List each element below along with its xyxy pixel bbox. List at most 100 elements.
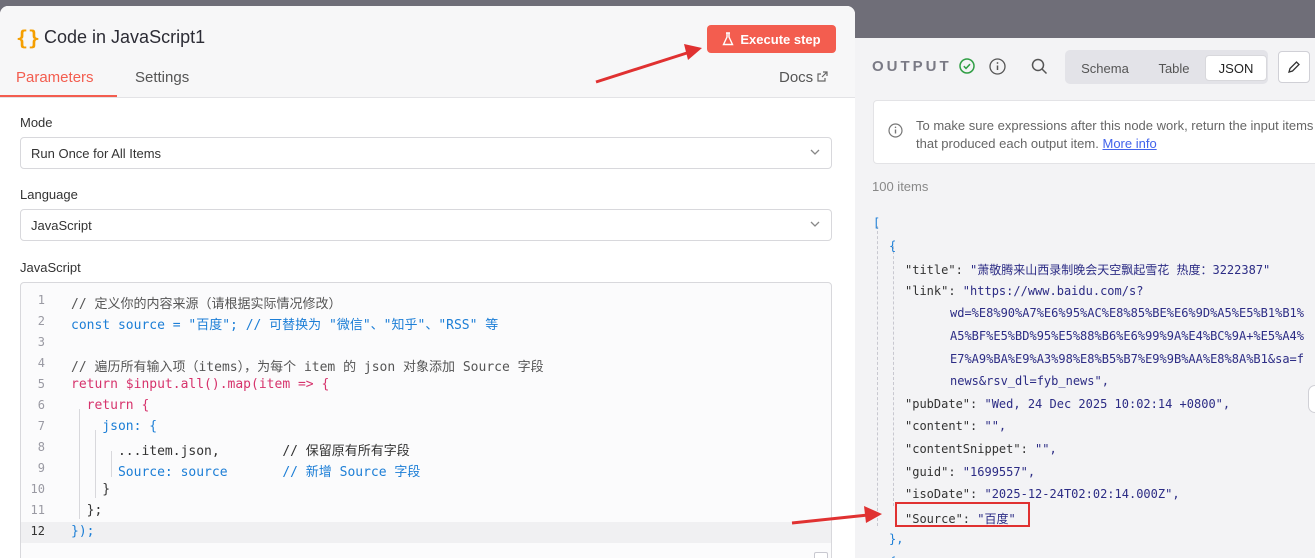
code-text: };	[71, 503, 103, 518]
line-number: 9	[37, 461, 45, 475]
json-line: },	[889, 532, 903, 546]
code-text: }	[71, 482, 111, 497]
code-line: 10 }	[21, 480, 831, 501]
code-line: 1 // 定义你的内容来源（请根据实际情况修改）	[21, 291, 831, 312]
hint-callout: To make sure expressions after this node…	[873, 100, 1315, 164]
edit-output-button[interactable]	[1278, 51, 1310, 83]
line-number: 11	[30, 503, 45, 517]
json-line: "guid": "1699557",	[905, 465, 1035, 479]
line-number: 2	[37, 314, 45, 328]
chevron-down-icon	[810, 221, 820, 227]
json-value: [	[873, 216, 881, 230]
code-line: 11 };	[21, 501, 831, 522]
code-label: JavaScript	[20, 260, 81, 275]
docs-label: Docs	[779, 69, 814, 86]
active-tab-indicator	[0, 95, 117, 97]
view-schema-button[interactable]: Schema	[1071, 55, 1139, 81]
language-label: Language	[20, 187, 78, 202]
code-text: });	[71, 524, 95, 539]
execute-step-label: Execute step	[740, 31, 821, 47]
pencil-icon	[1288, 61, 1300, 73]
code-line: 8 ...item.json, // 保留原有所有字段	[21, 438, 831, 459]
docs-link[interactable]: Docs	[779, 69, 828, 86]
json-value: E7%A9%BA%E9%A3%98%E8%B5%B7%E9%9B%AA%E8%8…	[950, 351, 1305, 366]
success-check-icon	[959, 58, 975, 74]
code-text: return $input.all().map(item => {	[71, 377, 330, 392]
flask-icon	[722, 32, 734, 46]
json-line: E7%A9%BA%E9%A3%98%E8%B5%B7%E9%9B%AA%E8%8…	[950, 352, 1304, 366]
json-line: wd=%E8%90%A7%E6%95%AC%E8%85%BE%E6%9D%A5%…	[950, 306, 1304, 320]
more-info-link[interactable]: More info	[1102, 136, 1156, 151]
json-line: "pubDate": "Wed, 24 Dec 2025 10:02:14 +0…	[905, 397, 1230, 411]
code-editor[interactable]: 1 // 定义你的内容来源（请根据实际情况修改） 2 const source …	[20, 282, 832, 558]
tab-parameters[interactable]: Parameters	[16, 69, 94, 86]
json-value: },	[889, 532, 904, 547]
json-value: wd=%E8%90%A7%E6%95%AC%E8%85%BE%E6%9D%A5%…	[950, 306, 1305, 321]
json-line: "isoDate": "2025-12-24T02:02:14.000Z",	[905, 487, 1180, 501]
chevron-down-icon	[810, 149, 820, 155]
json-key: "pubDate":	[905, 396, 985, 411]
json-value: news&rsv_dl=fyb_news",	[950, 374, 1109, 389]
json-value: "",	[984, 419, 1007, 434]
node-header: {} Code in JavaScript1 Execute step Para…	[0, 6, 855, 98]
json-key: "guid":	[905, 464, 963, 479]
line-number: 10	[30, 482, 45, 496]
line-number: 4	[37, 356, 45, 370]
json-key: "title":	[905, 263, 971, 278]
mode-value: Run Once for All Items	[31, 146, 162, 161]
json-line: A5%BF%E5%BD%95%E5%88%B6%E6%99%9A%E4%BC%9…	[950, 329, 1304, 343]
code-text: return {	[71, 398, 150, 413]
mode-select[interactable]: Run Once for All Items	[20, 137, 832, 169]
line-number: 1	[37, 293, 45, 307]
source-highlight-box	[895, 502, 1030, 527]
code-line: 3	[21, 333, 831, 354]
code-line: 5 return $input.all().map(item => {	[21, 375, 831, 396]
tab-settings[interactable]: Settings	[135, 69, 189, 86]
json-value: "Wed, 24 Dec 2025 10:02:14 +0800",	[984, 396, 1231, 411]
json-line: [	[873, 216, 880, 230]
json-line: {	[889, 239, 896, 253]
view-json-button[interactable]: JSON	[1205, 55, 1267, 81]
item-count: 100 items	[872, 179, 929, 194]
output-title: OUTPUT	[872, 58, 952, 75]
code-line: 4 // 遍历所有输入项（items），为每个 item 的 json 对象添加…	[21, 354, 831, 375]
view-switcher: Schema Table JSON	[1065, 50, 1268, 84]
line-number: 8	[37, 440, 45, 454]
line-number: 5	[37, 377, 45, 391]
json-value: "",	[1035, 442, 1057, 456]
code-text: json: {	[71, 419, 158, 434]
json-line: news&rsv_dl=fyb_news",	[950, 374, 1109, 388]
json-key: "link":	[905, 283, 963, 298]
code-braces-icon: {}	[16, 26, 41, 50]
output-panel: OUTPUT Schema Table JSON To make sure ex…	[855, 38, 1315, 558]
expand-editor-icon[interactable]	[814, 552, 828, 558]
code-line: 6 return {	[21, 396, 831, 417]
json-value: A5%BF%E5%BD%95%E5%88%B6%E6%99%9A%E4%BC%9…	[950, 329, 1305, 343]
node-title[interactable]: Code in JavaScript1	[44, 27, 205, 48]
line-number: 6	[37, 398, 45, 412]
scroll-handle[interactable]	[1308, 385, 1315, 413]
indent-guide	[877, 226, 878, 526]
code-text: const source = "百度"; // 可替换为 "微信"、"知乎"、"…	[71, 318, 499, 333]
external-link-icon	[817, 71, 828, 82]
json-key: "contentSnippet":	[905, 442, 1036, 456]
language-value: JavaScript	[31, 218, 92, 233]
search-icon[interactable]	[1031, 58, 1048, 75]
code-text: // 遍历所有输入项（items），为每个 item 的 json 对象添加 S…	[71, 360, 544, 375]
execute-step-button[interactable]: Execute step	[707, 25, 836, 53]
code-text: Source: source // 新增 Source 字段	[71, 465, 421, 480]
language-select[interactable]: JavaScript	[20, 209, 832, 241]
code-text: ...item.json, // 保留原有所有字段	[71, 444, 410, 459]
json-line: "link": "https://www.baidu.com/s?	[905, 284, 1143, 298]
json-key: "isoDate":	[905, 487, 985, 502]
mode-label: Mode	[20, 115, 53, 130]
line-number: 7	[37, 419, 45, 433]
json-value: {	[889, 238, 897, 253]
json-value: "1699557",	[962, 464, 1036, 479]
code-line: 2 const source = "百度"; // 可替换为 "微信"、"知乎"…	[21, 312, 831, 333]
view-table-button[interactable]: Table	[1143, 55, 1205, 81]
indent-guide	[893, 246, 894, 506]
code-line: 9 Source: source // 新增 Source 字段	[21, 459, 831, 480]
info-icon	[888, 123, 903, 138]
info-icon[interactable]	[989, 58, 1006, 75]
